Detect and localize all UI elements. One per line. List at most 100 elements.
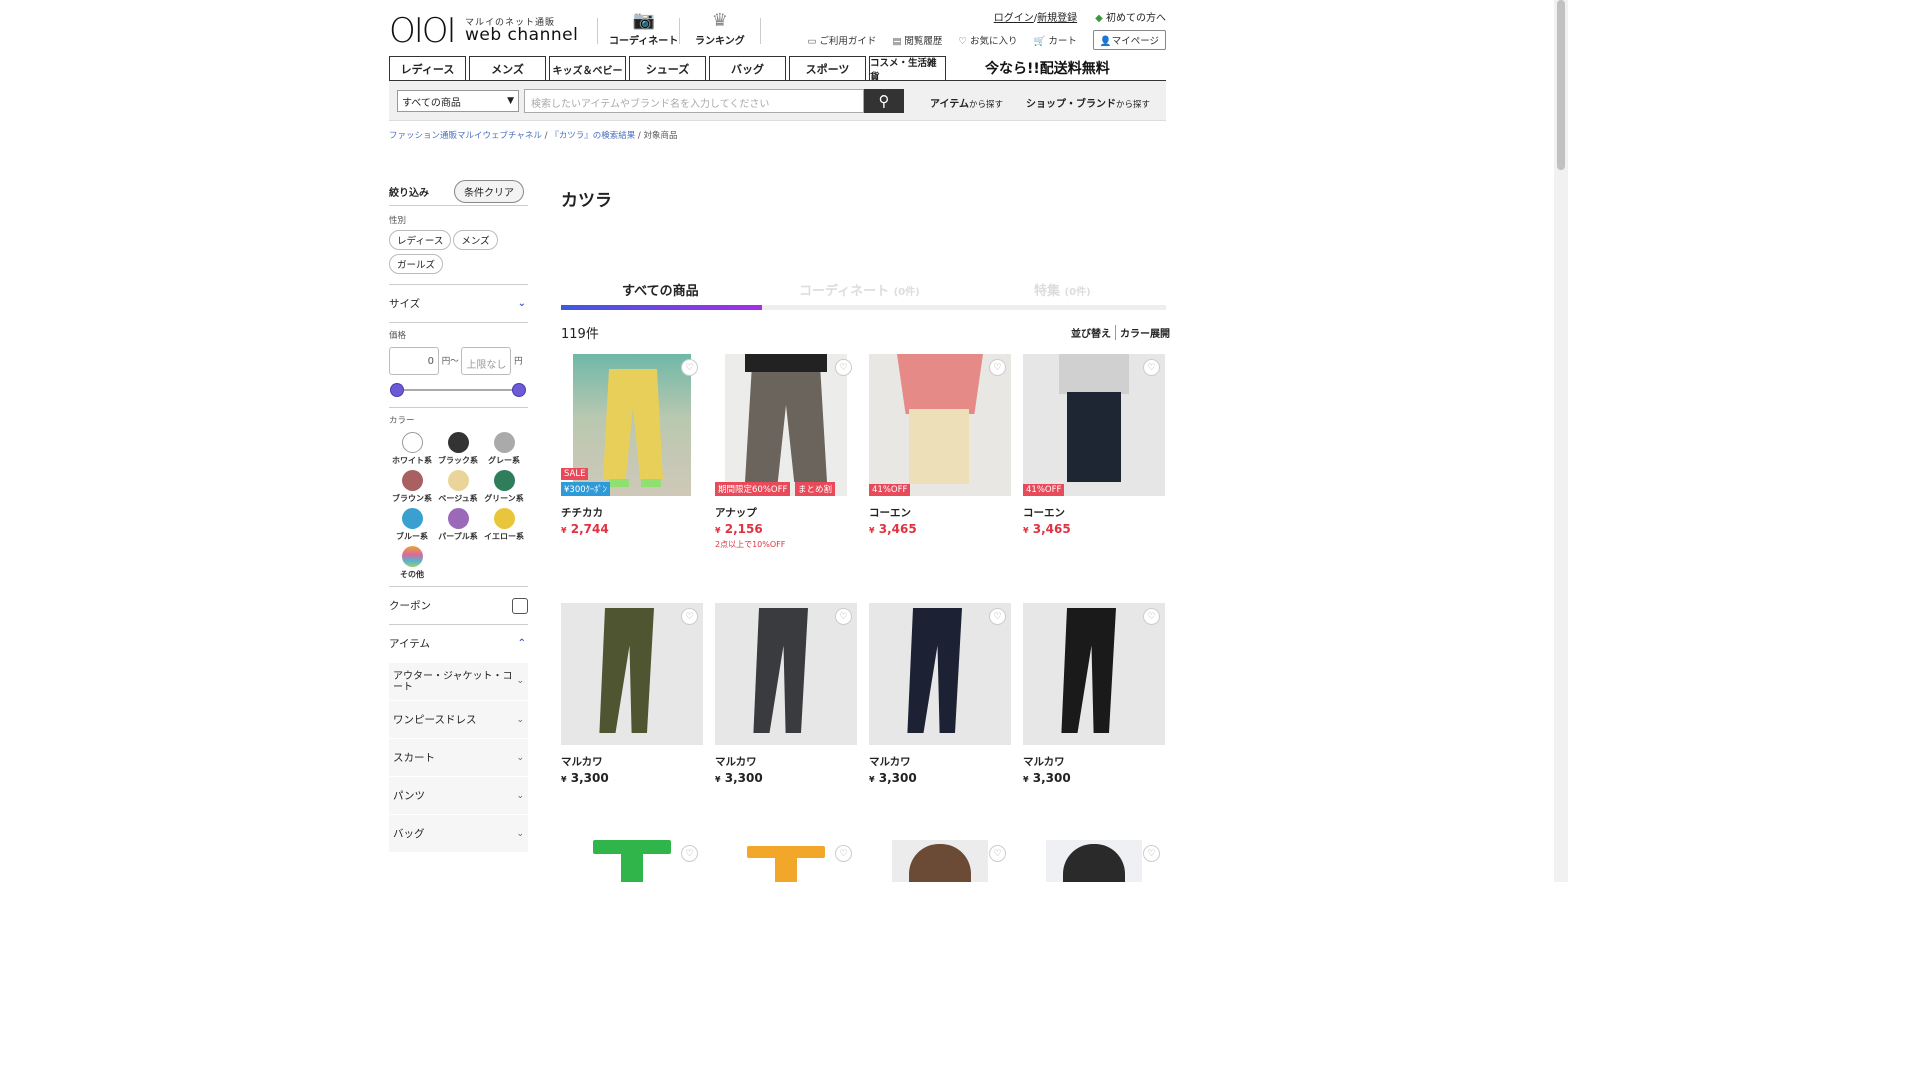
favorite-heart-icon[interactable]: ♡ [1143,608,1160,625]
product-image[interactable]: ♡ [715,840,857,882]
favorite-heart-icon[interactable]: ♡ [989,845,1006,862]
login-link[interactable]: ログイン [994,13,1034,24]
favorite-heart-icon[interactable]: ♡ [989,359,1006,376]
product-card[interactable]: ♡ [1023,840,1165,882]
favorite-heart-icon[interactable]: ♡ [989,608,1006,625]
color-swatch[interactable]: ブルー系 [389,508,435,542]
item-bag[interactable]: バッグ ⌄ [389,814,528,852]
color-swatch[interactable]: その他 [389,546,435,580]
tab-coordinate[interactable]: コーディネート (0件) [799,280,920,299]
product-image[interactable]: ♡ 期間限定60%OFF まとめ割 [715,354,857,496]
product-card[interactable]: ♡ [869,840,1011,882]
color-swatch[interactable]: イエロー系 [481,508,527,542]
cart-link[interactable]: 🛒 カート [1033,33,1076,47]
price-max-input[interactable]: 上限なし [461,347,512,375]
item-filter[interactable]: アイテム ⌃ [389,624,528,662]
slider-max-handle[interactable] [513,384,525,396]
free-shipping-promo[interactable]: 今なら!!配送料無料 [985,58,1110,78]
favorites-link[interactable]: ♡ お気に入り [958,33,1017,47]
product-image[interactable]: ♡ [561,840,703,882]
coupon-checkbox[interactable] [512,597,528,614]
product-image[interactable]: ♡ [561,603,703,745]
search-button[interactable]: ⚲ [864,89,904,113]
product-card[interactable]: ♡ 41%OFF コーエン ¥ 3,465 [869,354,1011,536]
search-scope-select[interactable]: すべての商品 ▼ [397,90,519,112]
gender-chip-mens[interactable]: メンズ [453,230,498,250]
product-brand[interactable]: チチカカ [561,505,703,520]
oioi-logo[interactable]: OIOI [389,14,457,48]
beginner-link[interactable]: ◆ 初めての方へ [1095,9,1166,24]
category-tab-bags[interactable]: バッグ [709,56,786,81]
favorite-heart-icon[interactable]: ♡ [681,845,698,862]
product-image[interactable]: ♡ [869,603,1011,745]
favorite-heart-icon[interactable]: ♡ [681,608,698,625]
product-image[interactable]: ♡ [715,603,857,745]
product-card[interactable]: ♡ マルカワ ¥ 3,300 [561,603,703,785]
product-brand[interactable]: マルカワ [715,754,857,769]
color-swatch[interactable]: ブラック系 [435,432,481,466]
ranking-nav[interactable]: ♛ ランキング [695,10,745,47]
product-card[interactable]: ♡ SALE ¥300ｸｰﾎﾟﾝ チチカカ ¥ 2,744 [561,354,703,536]
price-slider[interactable] [389,383,528,397]
clear-filters-button[interactable]: 条件クリア [454,180,524,203]
product-brand[interactable]: アナップ [715,505,857,520]
category-tab-ladies[interactable]: レディース [389,56,466,81]
product-card[interactable]: ♡ マルカワ ¥ 3,300 [869,603,1011,785]
search-input[interactable]: 検索したいアイテムやブランド名を入力してください [524,89,864,113]
gender-chip-girls[interactable]: ガールズ [389,254,444,274]
product-image[interactable]: ♡ [1023,840,1165,882]
product-brand[interactable]: マルカワ [869,754,1011,769]
color-swatch[interactable]: ブラウン系 [389,470,435,504]
page-scrollbar[interactable] [1554,0,1568,882]
product-card[interactable]: ♡ 期間限定60%OFF まとめ割 アナップ ¥ 2,156 2点以上で10%O… [715,354,857,550]
register-link[interactable]: 新規登録 [1037,13,1077,24]
item-onepiece[interactable]: ワンピースドレス ⌄ [389,700,528,738]
size-filter[interactable]: サイズ ⌄ [389,284,528,322]
tab-all-products[interactable]: すべての商品 [622,280,699,299]
gender-chip-ladies[interactable]: レディース [389,230,452,250]
category-tab-sports[interactable]: スポーツ [789,56,866,81]
category-tab-mens[interactable]: メンズ [469,56,546,81]
item-outer[interactable]: アウター・ジャケット・コート ⌄ [389,662,528,700]
product-image[interactable]: ♡ [1023,603,1165,745]
search-by-item-link[interactable]: アイテムから探す [930,95,1003,110]
web-channel-logo[interactable]: web channel [465,25,578,45]
favorite-heart-icon[interactable]: ♡ [835,845,852,862]
color-swatch[interactable]: ベージュ系 [435,470,481,504]
mypage-button[interactable]: 👤マイページ [1092,30,1166,50]
product-brand[interactable]: マルカワ [561,754,703,769]
scrollbar-thumb[interactable] [1557,0,1565,170]
slider-min-handle[interactable] [391,384,403,396]
history-link[interactable]: ▤ 閲覧履歴 [892,33,942,47]
product-card[interactable]: ♡ [561,840,703,882]
color-swatch[interactable]: グリーン系 [481,470,527,504]
guide-link[interactable]: ▭ ご利用ガイド [807,33,876,47]
category-tab-shoes[interactable]: シューズ [629,56,706,81]
product-card[interactable]: ♡ マルカワ ¥ 3,300 [1023,603,1165,785]
product-card[interactable]: ♡ マルカワ ¥ 3,300 [715,603,857,785]
item-pants[interactable]: パンツ ⌄ [389,776,528,814]
item-skirt[interactable]: スカート ⌄ [389,738,528,776]
color-swatch[interactable]: グレー系 [481,432,527,466]
search-by-shop-link[interactable]: ショップ・ブランドから探す [1026,95,1150,110]
price-min-input[interactable]: 0 [389,347,439,375]
breadcrumb-home[interactable]: ファッション通販マルイウェブチャネル [389,131,542,141]
breadcrumb-search[interactable]: 『カツラ』の検索結果 [550,131,635,141]
color-swatch[interactable]: ホワイト系 [389,432,435,466]
coordinate-nav[interactable]: 📷 コーディネート [609,10,678,47]
category-tab-kids[interactable]: キッズ＆ベビー [549,56,626,81]
product-brand[interactable]: コーエン [869,505,1011,520]
product-image[interactable]: ♡ [869,840,1011,882]
favorite-heart-icon[interactable]: ♡ [835,359,852,376]
favorite-heart-icon[interactable]: ♡ [835,608,852,625]
tab-feature[interactable]: 特集 (0件) [1034,280,1091,299]
product-image[interactable]: ♡ 41%OFF [1023,354,1165,496]
favorite-heart-icon[interactable]: ♡ [681,359,698,376]
category-tab-cosme[interactable]: コスメ・生活雑貨 [869,56,946,83]
color-swatch[interactable]: パープル系 [435,508,481,542]
product-brand[interactable]: コーエン [1023,505,1165,520]
color-expand-button[interactable]: カラー展開 [1115,325,1170,340]
coupon-filter[interactable]: クーポン [389,586,528,624]
sort-button[interactable]: 並び替え [1071,325,1111,340]
favorite-heart-icon[interactable]: ♡ [1143,359,1160,376]
